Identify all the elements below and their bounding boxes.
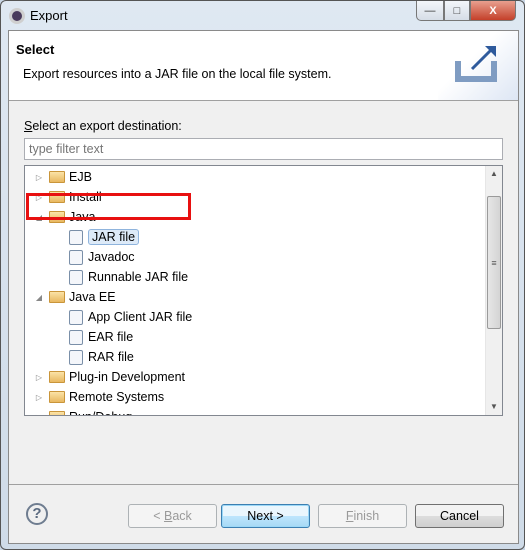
folder-icon bbox=[49, 291, 65, 303]
back-button[interactable]: < Back bbox=[128, 504, 217, 528]
tree-item[interactable]: Javadoc bbox=[69, 247, 135, 267]
tree-item-label: RAR file bbox=[88, 350, 134, 364]
folder-icon bbox=[49, 411, 65, 415]
maximize-button[interactable]: □ bbox=[444, 1, 470, 21]
tree-item[interactable]: EAR file bbox=[69, 327, 133, 347]
vertical-scrollbar[interactable]: ▲ ≡ ▼ bbox=[485, 166, 502, 415]
tree-item-label: Runnable JAR file bbox=[88, 270, 189, 284]
tree-item-label: EAR file bbox=[88, 330, 134, 344]
expand-icon[interactable]: ▷ bbox=[33, 413, 45, 416]
tree-item[interactable]: ◢ Java EE bbox=[33, 287, 116, 307]
export-icon bbox=[438, 31, 518, 100]
minimize-button[interactable]: — bbox=[416, 1, 444, 21]
tree-item-label: Remote Systems bbox=[69, 390, 165, 404]
wizard-item-icon bbox=[69, 269, 83, 285]
tree-item[interactable]: App Client JAR file bbox=[69, 307, 192, 327]
finish-button[interactable]: Finish bbox=[318, 504, 407, 528]
expand-icon[interactable]: ▷ bbox=[33, 393, 45, 402]
scroll-thumb[interactable]: ≡ bbox=[487, 196, 501, 329]
tree-item-label: EJB bbox=[69, 170, 92, 184]
wizard-item-icon bbox=[69, 249, 83, 265]
tree-item[interactable]: ▷ Run/Debug bbox=[33, 407, 132, 416]
tree-item-label: JAR file bbox=[88, 229, 140, 245]
tree-item[interactable]: Runnable JAR file bbox=[69, 267, 188, 287]
tree-item[interactable]: JAR file bbox=[69, 227, 140, 247]
folder-icon bbox=[49, 371, 65, 383]
wizard-item-icon bbox=[69, 229, 83, 245]
filter-input[interactable] bbox=[24, 138, 503, 160]
export-dialog: Export — □ X Select Export resources int… bbox=[0, 0, 525, 550]
wizard-header: Select Export resources into a JAR file … bbox=[9, 31, 518, 101]
tree-item-label: Run/Debug bbox=[69, 410, 132, 415]
window-title: Export bbox=[30, 8, 68, 23]
dialog-body: Select Export resources into a JAR file … bbox=[8, 30, 519, 544]
folder-icon bbox=[49, 391, 65, 403]
scroll-down-arrow[interactable]: ▼ bbox=[486, 399, 502, 415]
tree-item[interactable]: ▷ Remote Systems bbox=[33, 387, 164, 407]
expand-icon[interactable]: ▷ bbox=[33, 373, 45, 382]
collapse-icon[interactable]: ◢ bbox=[33, 293, 45, 302]
scroll-up-arrow[interactable]: ▲ bbox=[486, 166, 502, 182]
next-button[interactable]: Next > bbox=[221, 504, 310, 528]
annotation-highlight-box bbox=[26, 193, 191, 220]
tree-item[interactable]: ▷ EJB bbox=[33, 167, 92, 187]
destination-label: Select an export destination: bbox=[24, 119, 182, 133]
cancel-button[interactable]: Cancel bbox=[415, 504, 504, 528]
tree-item-label: Javadoc bbox=[88, 250, 135, 264]
folder-icon bbox=[49, 171, 65, 183]
tree-item[interactable]: ▷ Plug-in Development bbox=[33, 367, 185, 387]
help-icon[interactable]: ? bbox=[26, 503, 48, 525]
wizard-item-icon bbox=[69, 329, 83, 345]
wizard-item-icon bbox=[69, 349, 83, 365]
tree-item[interactable]: RAR file bbox=[69, 347, 134, 367]
tree-item-label: Plug-in Development bbox=[69, 370, 186, 384]
wizard-item-icon bbox=[69, 309, 83, 325]
tree-item-label: App Client JAR file bbox=[88, 310, 193, 324]
divider bbox=[9, 484, 518, 485]
page-title: Select bbox=[16, 42, 55, 57]
expand-icon[interactable]: ▷ bbox=[33, 173, 45, 182]
title-bar: Export — □ X bbox=[1, 1, 524, 31]
tree-item-label: Java EE bbox=[69, 290, 116, 304]
page-description: Export resources into a JAR file on the … bbox=[23, 67, 332, 81]
close-button[interactable]: X bbox=[470, 1, 516, 21]
eclipse-icon bbox=[9, 8, 25, 24]
